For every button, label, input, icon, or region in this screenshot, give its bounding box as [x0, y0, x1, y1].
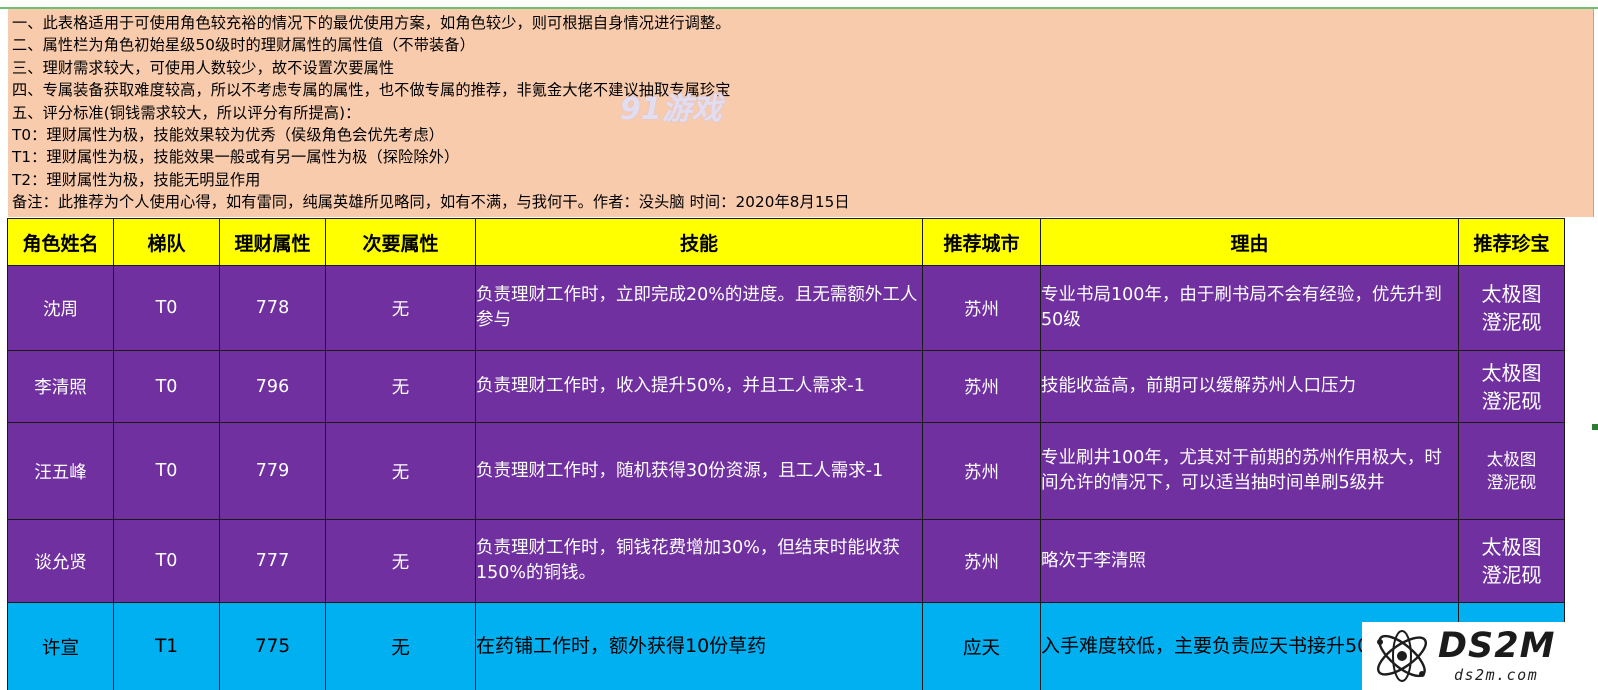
cell-secondary[interactable]: 无 [325, 602, 476, 690]
cell-reason[interactable]: 专业刷井100年，尤其对于前期的苏州作用极大，时间允许的情况下，可以适当抽时间单… [1040, 422, 1459, 520]
treasure-item-2: 澄泥砚 [1481, 310, 1542, 334]
logo-text: DS2M [1438, 626, 1556, 666]
cell-skill[interactable]: 负责理财工作时，立即完成20%的进度。且无需额外工人参与 [475, 265, 923, 351]
treasure-item-1: 太极图 [1486, 450, 1537, 469]
cell-skill[interactable]: 负责理财工作时，铜钱花费增加30%，但结束时能收获150%的铜钱。 [475, 519, 923, 603]
note-line-9: 备注：此推荐为个人使用心得，如有雷同，纯属英雄所见略同，如有不满，与我何干。作者… [12, 193, 850, 212]
table-row: 汪五峰 T0 779 无 负责理财工作时，随机获得30份资源，且工人需求-1 苏… [7, 422, 1565, 520]
cell-treasure[interactable]: 太极图 澄泥砚 [1458, 265, 1565, 351]
note-line-4: 四、专属装备获取难度较高，所以不考虑专属的属性，也不做专属的推荐，非氪金大佬不建… [12, 81, 731, 100]
cell-city[interactable]: 苏州 [922, 350, 1041, 423]
atom-logo-icon [1377, 630, 1427, 682]
cell-name[interactable]: 汪五峰 [7, 422, 114, 520]
logo-url: ds2m.com [1454, 666, 1539, 684]
table-row: 谈允贤 T0 777 无 负责理财工作时，铜钱花费增加30%，但结束时能收获15… [7, 519, 1565, 603]
notes-block[interactable]: 一、此表格适用于可使用角色较充裕的情况下的最优使用方案，如角色较少，则可根据自身… [8, 9, 1594, 217]
treasure-item-1: 太极图 [1481, 282, 1542, 306]
cell-finance[interactable]: 796 [219, 350, 326, 423]
table-row: 李清照 T0 796 无 负责理财工作时，收入提升50%，并且工人需求-1 苏州… [7, 350, 1565, 423]
note-line-5: 五、评分标准(铜钱需求较大，所以评分有所提高)： [12, 103, 361, 122]
cell-city[interactable]: 苏州 [922, 265, 1041, 351]
cell-name[interactable]: 李清照 [7, 350, 114, 423]
watermark-logo: 91游戏 [620, 92, 722, 127]
treasure-item-2: 澄泥砚 [1486, 473, 1537, 492]
cell-tier[interactable]: T1 [113, 602, 220, 690]
cell-reason[interactable]: 专业书局100年，由于刷书局不会有经验，优先升到50级 [1040, 265, 1459, 351]
note-line-8: T2：理财属性为极，技能无明显作用 [12, 170, 261, 189]
note-line-7: T1：理财属性为极，技能效果一般或有另一属性为极（探险除外） [12, 148, 460, 167]
header-row: 角色姓名 梯队 理财属性 次要属性 技能 推荐城市 理由 推荐珍宝 [7, 218, 1565, 266]
cell-secondary[interactable]: 无 [325, 350, 476, 423]
note-line-1: 一、此表格适用于可使用角色较充裕的情况下的最优使用方案，如角色较少，则可根据自身… [12, 14, 731, 32]
cell-secondary[interactable]: 无 [325, 422, 476, 520]
header-cell-name[interactable]: 角色姓名 [7, 218, 114, 266]
header-cell-city[interactable]: 推荐城市 [922, 218, 1041, 266]
cell-tier[interactable]: T0 [113, 350, 220, 423]
cell-name[interactable]: 许宣 [7, 602, 114, 690]
cell-secondary[interactable]: 无 [325, 519, 476, 603]
header-cell-treasure[interactable]: 推荐珍宝 [1458, 218, 1565, 266]
header-cell-secondary[interactable]: 次要属性 [325, 218, 476, 266]
note-line-2: 二、属性栏为角色初始星级50级时的理财属性的属性值（不带装备） [12, 36, 475, 55]
table-row: 许宣 T1 775 无 在药铺工作时，额外获得10份草药 应天 入手难度较低，主… [7, 602, 1565, 690]
cell-tier[interactable]: T0 [113, 265, 220, 351]
note-line-6: T0：理财属性为极，技能效果较为优秀（侯级角色会优先考虑） [12, 125, 444, 144]
cell-name[interactable]: 谈允贤 [7, 519, 114, 603]
header-cell-skill[interactable]: 技能 [475, 218, 923, 266]
cell-treasure[interactable]: 太极图 澄泥砚 [1458, 422, 1565, 520]
cell-city[interactable]: 应天 [922, 602, 1041, 690]
cell-reason[interactable]: 技能收益高，前期可以缓解苏州人口压力 [1040, 350, 1459, 423]
site-logo: DS2M ds2m.com [1362, 622, 1598, 690]
cell-finance[interactable]: 778 [219, 265, 326, 351]
header-cell-reason[interactable]: 理由 [1040, 218, 1459, 266]
header-cell-finance[interactable]: 理财属性 [219, 218, 326, 266]
treasure-item-1: 太极图 [1481, 360, 1542, 385]
cell-skill[interactable]: 负责理财工作时，随机获得30份资源，且工人需求-1 [475, 422, 923, 520]
grid-top-row [0, 0, 1598, 9]
treasure-item-2: 澄泥砚 [1481, 563, 1542, 587]
cell-skill[interactable]: 在药铺工作时，额外获得10份草药 [475, 602, 923, 690]
header-cell-tier[interactable]: 梯队 [113, 218, 220, 266]
cell-city[interactable]: 苏州 [922, 422, 1041, 520]
cell-skill[interactable]: 负责理财工作时，收入提升50%，并且工人需求-1 [475, 350, 923, 423]
cell-tier[interactable]: T0 [113, 519, 220, 603]
cell-name[interactable]: 沈周 [7, 265, 114, 351]
cell-city[interactable]: 苏州 [922, 519, 1041, 603]
cell-reason[interactable]: 略次于李清照 [1040, 519, 1459, 603]
fill-handle-icon[interactable] [1592, 424, 1598, 430]
cell-finance[interactable]: 777 [219, 519, 326, 603]
recommendation-table: 角色姓名 梯队 理财属性 次要属性 技能 推荐城市 理由 推荐珍宝 沈周 T0 … [7, 218, 1565, 690]
treasure-item-2: 澄泥砚 [1481, 388, 1542, 413]
spreadsheet: 一、此表格适用于可使用角色较充裕的情况下的最优使用方案，如角色较少，则可根据自身… [0, 0, 1598, 690]
cell-finance[interactable]: 779 [219, 422, 326, 520]
cell-treasure[interactable]: 太极图 澄泥砚 [1458, 350, 1565, 423]
cell-finance[interactable]: 775 [219, 602, 326, 690]
cell-tier[interactable]: T0 [113, 422, 220, 520]
cell-treasure[interactable]: 太极图 澄泥砚 [1458, 519, 1565, 603]
treasure-item-1: 太极图 [1481, 535, 1542, 559]
table-row: 沈周 T0 778 无 负责理财工作时，立即完成20%的进度。且无需额外工人参与… [7, 265, 1565, 351]
note-line-3: 三、理财需求较大，可使用人数较少，故不设置次要属性 [12, 58, 395, 77]
cell-secondary[interactable]: 无 [325, 265, 476, 351]
